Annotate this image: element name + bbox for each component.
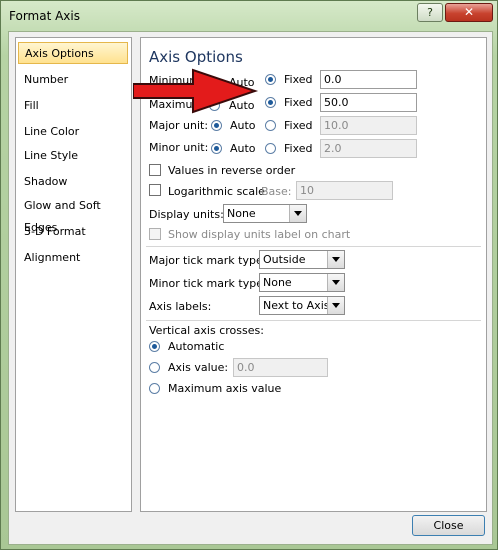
nav-item-line-color[interactable]: Line Color [18,121,128,143]
log-base-label: Base: [261,185,292,198]
major-tick-label: Major tick mark type: [149,254,267,267]
major-tick-value: Outside [263,253,306,266]
major-unit-auto-radio[interactable] [211,120,222,131]
log-scale-checkbox[interactable] [149,184,161,196]
title-bar[interactable]: Format Axis ? ✕ [1,1,497,31]
axis-labels-value: Next to Axis [263,299,330,312]
crosses-maximum-label: Maximum axis value [168,382,282,395]
format-axis-window: Format Axis ? ✕ Axis Options Number Fill… [0,0,498,550]
help-button[interactable]: ? [417,3,443,22]
crosses-maximum-radio[interactable] [149,383,160,394]
display-units-value: None [227,207,256,220]
nav-item-axis-options[interactable]: Axis Options [18,42,128,64]
minimum-value-input[interactable]: 0.0 [320,70,417,89]
minor-unit-value-input[interactable]: 2.0 [320,139,417,158]
minor-unit-auto-radio[interactable] [211,143,222,154]
minor-unit-auto-label: Auto [230,142,256,155]
category-list: Axis Options Number Fill Line Color Line… [15,37,132,512]
nav-item-alignment[interactable]: Alignment [18,247,128,269]
chevron-down-icon [327,251,344,268]
major-unit-value-input[interactable]: 10.0 [320,116,417,135]
major-unit-fixed-label: Fixed [284,119,313,132]
show-units-label-text: Show display units label on chart [168,228,351,241]
window-close-button[interactable]: ✕ [445,3,493,22]
close-button[interactable]: Close [412,515,485,536]
axis-labels-dropdown[interactable]: Next to Axis [259,296,345,315]
crosses-axis-value-label: Axis value: [168,361,229,374]
minor-unit-fixed-radio[interactable] [265,143,276,154]
nav-item-glow-soft-edges[interactable]: Glow and Soft Edges [18,195,128,234]
reverse-order-checkbox[interactable] [149,164,161,176]
log-scale-label: Logarithmic scale [168,185,265,198]
major-tick-dropdown[interactable]: Outside [259,250,345,269]
window-title: Format Axis [9,9,80,23]
major-unit-fixed-radio[interactable] [265,120,276,131]
nav-item-line-style[interactable]: Line Style [18,145,128,167]
crosses-automatic-radio[interactable] [149,341,160,352]
display-units-label: Display units: [149,208,224,221]
minor-unit-label: Minor unit: [149,141,209,154]
minor-tick-value: None [263,276,292,289]
nav-item-shadow[interactable]: Shadow [18,171,128,193]
chevron-down-icon [327,297,344,314]
axis-crosses-label: Vertical axis crosses: [149,324,264,337]
crosses-axis-value-radio[interactable] [149,362,160,373]
crosses-axis-value-input[interactable]: 0.0 [233,358,328,377]
minor-unit-fixed-label: Fixed [284,142,313,155]
minor-tick-dropdown[interactable]: None [259,273,345,292]
major-unit-label: Major unit: [149,119,209,132]
maximum-value-input[interactable]: 50.0 [320,93,417,112]
display-units-dropdown[interactable]: None [223,204,307,223]
reverse-order-label: Values in reverse order [168,164,296,177]
panel-heading: Axis Options [149,48,243,66]
major-unit-auto-label: Auto [230,119,256,132]
chevron-down-icon [327,274,344,291]
nav-item-number[interactable]: Number [18,69,128,91]
section-divider [146,246,481,247]
log-base-input[interactable]: 10 [296,181,393,200]
red-arrow-annotation-icon [133,68,259,114]
show-units-label-checkbox[interactable] [149,228,161,240]
axis-labels-label: Axis labels: [149,300,212,313]
chevron-down-icon [289,205,306,222]
crosses-automatic-label: Automatic [168,340,225,353]
nav-item-3d-format[interactable]: 3-D Format [18,221,128,243]
section-divider [146,320,481,321]
red-arrow-shape [133,68,259,114]
nav-item-fill[interactable]: Fill [18,95,128,117]
minor-tick-label: Minor tick mark type: [149,277,267,290]
